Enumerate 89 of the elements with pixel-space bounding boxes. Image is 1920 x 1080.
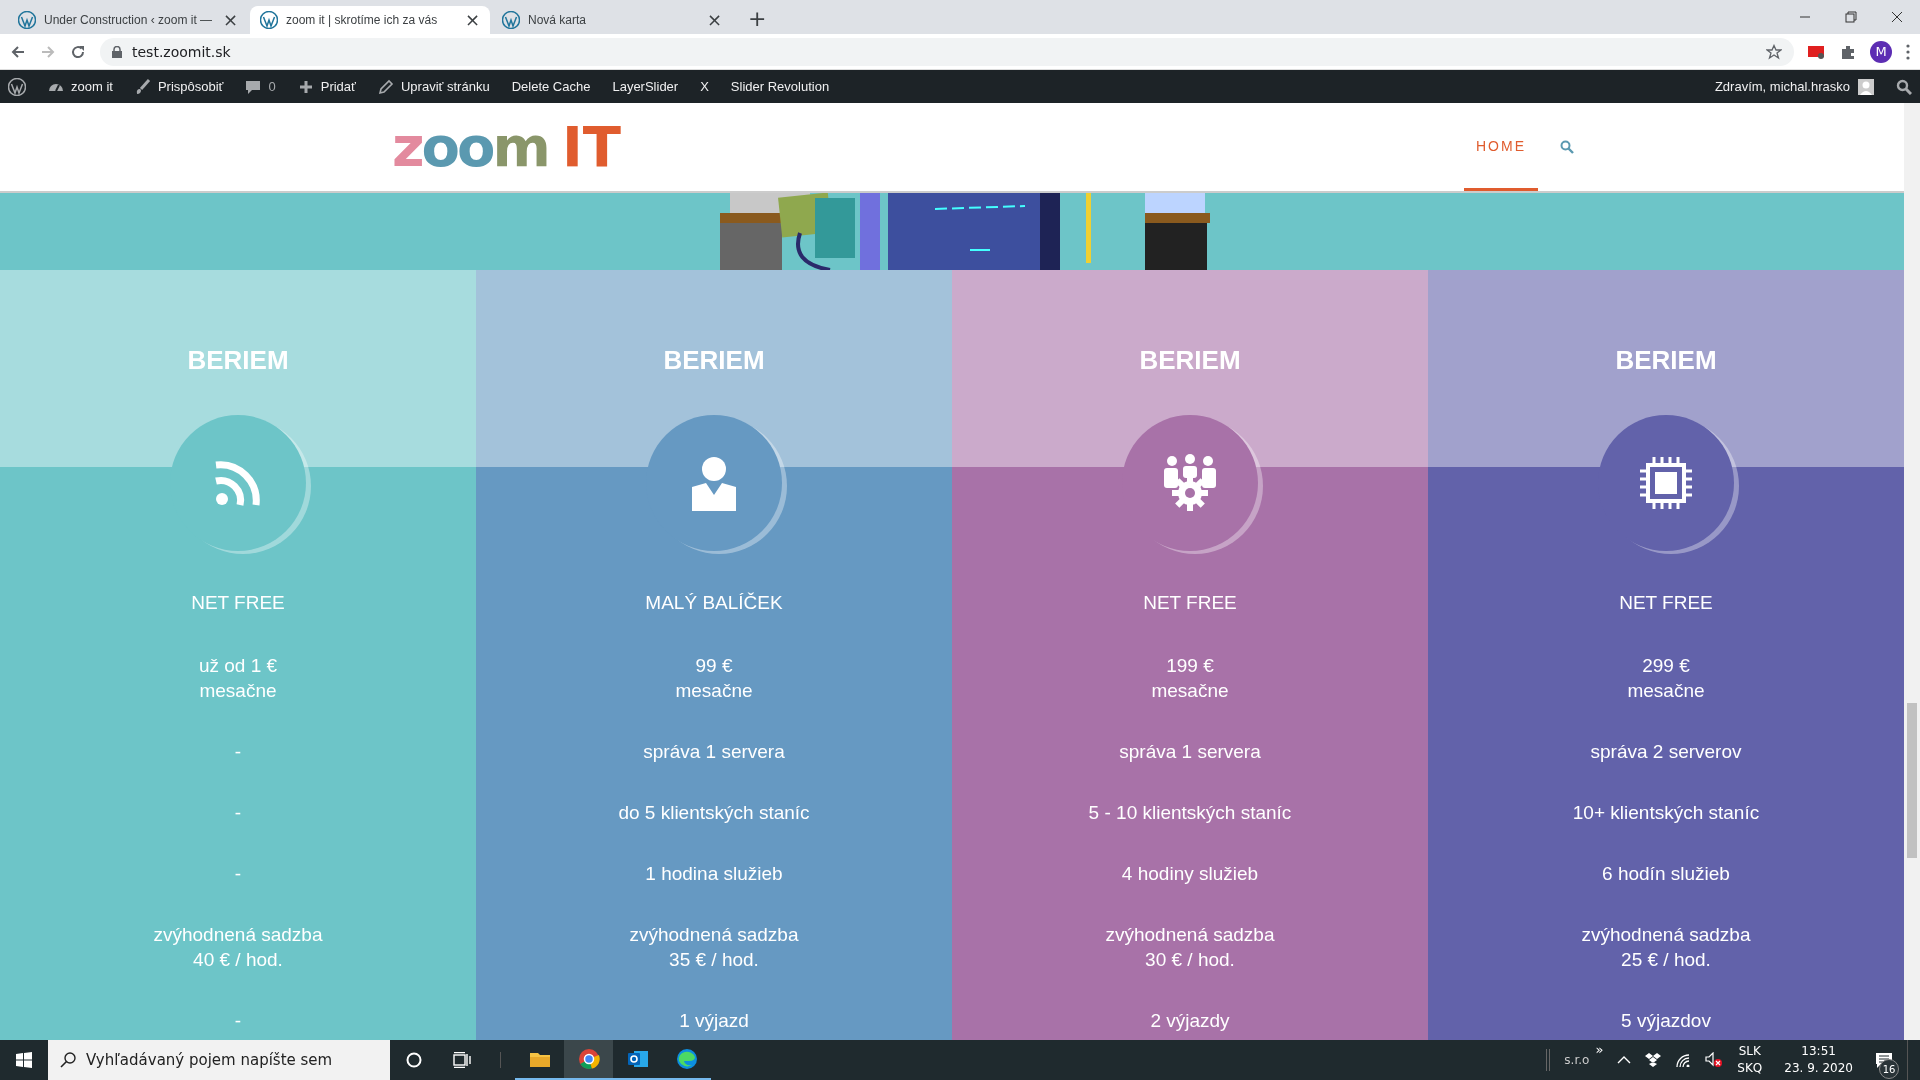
package-feature: správa 2 serverov (1590, 740, 1742, 764)
site-logo[interactable]: zoom IT (392, 119, 621, 175)
package-feature: zvýhodnená sadzba 30 € / hod. (1105, 923, 1275, 972)
package-feature: - (234, 801, 242, 825)
package-name: NET FREE (191, 591, 285, 615)
package-price: 299 € mesačne (1627, 654, 1705, 703)
wordpress-logo-icon[interactable] (8, 77, 26, 96)
admin-bar-link[interactable]: Prispôsobiť (134, 78, 224, 95)
admin-bar-link[interactable]: zoom it (48, 78, 113, 95)
package-feature: zvýhodnená sadzba 25 € / hod. (1581, 923, 1751, 972)
more-menu-icon[interactable] (1906, 43, 1910, 60)
search-icon (60, 1052, 76, 1068)
close-tab-button[interactable]: × (222, 11, 238, 29)
close-icon[interactable] (1891, 11, 1903, 23)
admin-bar-link[interactable]: LayerSlider (612, 79, 679, 94)
package-feature: 6 hodín služieb (1602, 862, 1730, 886)
package-feature: správa 1 servera (643, 740, 785, 764)
package-price: 199 € mesačne (1151, 654, 1229, 703)
package-feature: - (234, 1009, 242, 1033)
package-name: NET FREE (1143, 591, 1237, 615)
restore-icon[interactable] (1845, 11, 1857, 23)
package-feature: do 5 klientských staníc (618, 801, 810, 825)
search-icon[interactable] (1896, 78, 1912, 95)
brush-icon (134, 78, 151, 95)
package-feature: zvýhodnená sadzba 35 € / hod. (629, 923, 799, 972)
browser-tab[interactable]: Nová karta × (492, 6, 732, 34)
wordpress-icon (18, 11, 36, 29)
wordpress-icon (260, 11, 278, 29)
star-icon[interactable] (1766, 43, 1782, 60)
admin-bar-link[interactable]: X (700, 79, 709, 94)
package-feature: správa 1 servera (1119, 740, 1261, 764)
comment-icon (245, 78, 262, 95)
address-bar[interactable]: test.zoomit.sk (100, 37, 1794, 66)
package-price: už od 1 € mesačne (198, 654, 278, 703)
plus-icon (297, 78, 314, 95)
package-feature: 1 hodina služieb (645, 862, 783, 886)
windows-start-icon[interactable] (16, 1052, 32, 1068)
profile-avatar[interactable]: M (1870, 40, 1892, 63)
wifi-icon[interactable] (1675, 1053, 1692, 1067)
package-name: MALÝ BALÍČEK (645, 591, 783, 615)
new-tab-button[interactable]: + (748, 8, 767, 30)
cortana-circle-icon[interactable] (406, 1052, 422, 1068)
clock[interactable]: 13:51 23. 9. 2020 (1776, 1043, 1861, 1077)
package-feature: - (234, 740, 242, 764)
task-view-icon[interactable] (453, 1052, 471, 1068)
column-title: BERIEM (187, 344, 289, 376)
reload-icon[interactable] (70, 43, 86, 60)
volume-muted-icon[interactable] (1705, 1052, 1724, 1068)
extension-badge-icon[interactable] (1808, 43, 1826, 60)
pencil-icon (377, 78, 394, 95)
toolbar-expand-button[interactable]: » (1595, 1042, 1604, 1057)
scrollbar[interactable] (1904, 103, 1920, 1040)
package-feature: 2 výjazdy (1150, 1009, 1230, 1033)
admin-bar-link[interactable]: Delete Cache (511, 79, 591, 94)
back-icon[interactable] (10, 43, 26, 60)
browser-tab[interactable]: zoom it | skrotíme ich za vás × (250, 6, 490, 34)
package-feature: 4 hodiny služieb (1121, 862, 1259, 886)
browser-app-icon[interactable] (576, 1047, 601, 1071)
package-feature: 5 - 10 klientských staníc (1088, 801, 1292, 825)
package-feature: 1 výjazd (679, 1009, 749, 1033)
admin-bar-link[interactable]: Upraviť stránku (377, 78, 490, 95)
package-feature: zvýhodnená sadzba 40 € / hod. (153, 923, 323, 972)
admin-bar-link[interactable]: 0 (245, 78, 276, 95)
avatar-icon[interactable] (1858, 78, 1874, 95)
input-language-indicator[interactable]: SLK SKQ (1737, 1043, 1763, 1077)
toolbar-label[interactable]: s.r.o (1564, 1053, 1590, 1067)
package-feature: 10+ klientských staníc (1572, 801, 1760, 825)
puzzle-icon[interactable] (1840, 43, 1856, 60)
search-icon[interactable] (1560, 140, 1574, 154)
column-title: BERIEM (1139, 344, 1241, 376)
package-feature: - (234, 862, 242, 886)
chevron-up-icon[interactable] (1617, 1056, 1632, 1064)
package-name: NET FREE (1619, 591, 1713, 615)
column-title: BERIEM (1615, 344, 1717, 376)
close-tab-button[interactable]: × (706, 11, 722, 29)
browser-tab[interactable]: Under Construction ‹ zoom it — × (8, 6, 248, 34)
dropbox-icon[interactable] (1645, 1053, 1662, 1067)
close-tab-button[interactable]: × (464, 11, 480, 29)
package-price: 99 € mesačne (675, 654, 753, 703)
edge-browser-icon[interactable] (674, 1047, 699, 1071)
wordpress-icon (502, 11, 520, 29)
admin-bar-link[interactable]: Slider Revolution (730, 79, 830, 94)
lock-icon (112, 45, 122, 58)
greeting-link[interactable]: Zdravím, michal.hrasko (1714, 79, 1850, 94)
taskbar-search-field[interactable]: Vyhľadávaný pojem napíšte sem (48, 1040, 390, 1080)
notification-count: 16 (1879, 1059, 1899, 1079)
admin-bar-link[interactable]: Pridať (297, 78, 356, 95)
package-feature: 5 výjazdov (1621, 1009, 1711, 1033)
column-title: BERIEM (663, 344, 765, 376)
